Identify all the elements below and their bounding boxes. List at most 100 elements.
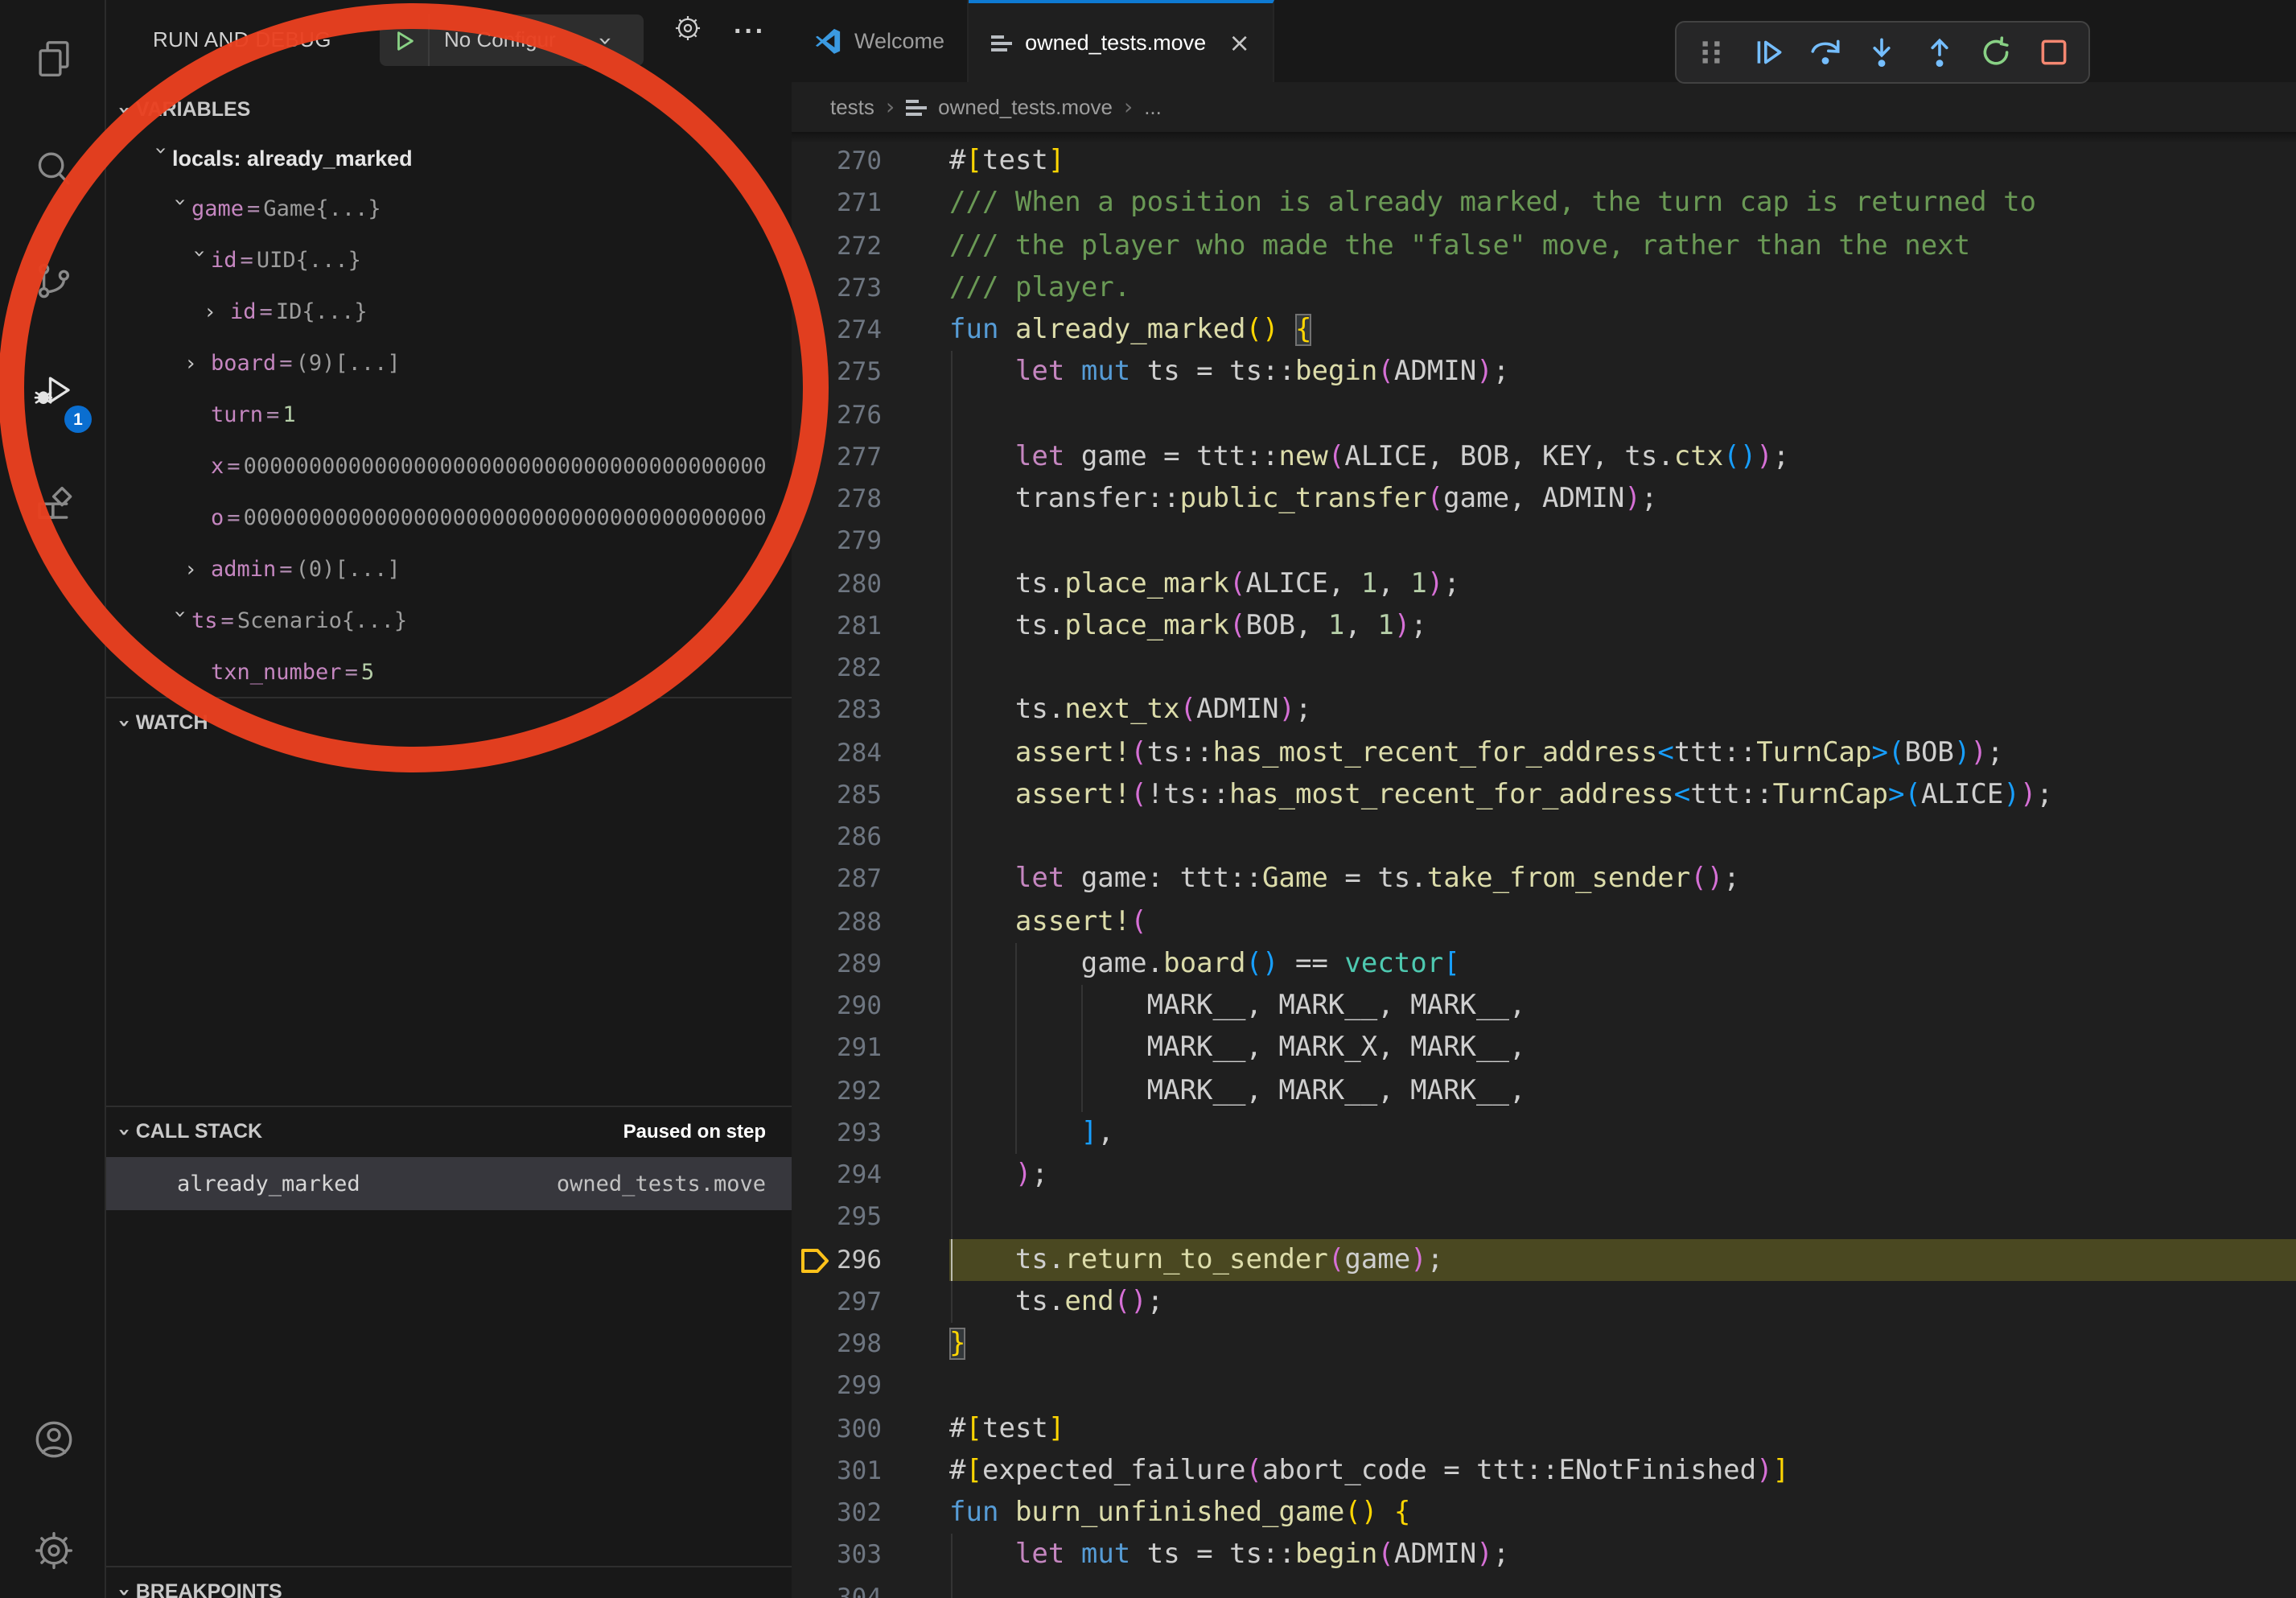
code-line[interactable]: 275 let mut ts = ts::begin(ADMIN);: [792, 352, 2296, 394]
run-debug-icon[interactable]: 1: [0, 340, 106, 443]
variables-section-header[interactable]: › VARIABLES: [106, 85, 792, 134]
code-line[interactable]: 297 ts.end();: [792, 1281, 2296, 1324]
code-line[interactable]: 303 let mut ts = ts::begin(ADMIN);: [792, 1534, 2296, 1577]
code-content: ts.place_mark(BOB, 1, 1);: [949, 605, 2296, 648]
code-line[interactable]: 304: [792, 1576, 2296, 1598]
chevron-down-icon[interactable]: ›: [188, 249, 209, 273]
code-editor[interactable]: 270#[test]271/// When a position is alre…: [792, 132, 2296, 1598]
tab-owned-tests-move[interactable]: owned_tests.move ×: [969, 0, 1274, 82]
code-token: game: ttt::: [1064, 863, 1262, 896]
settings-gear-icon[interactable]: [0, 1498, 106, 1598]
code-line[interactable]: 278 transfer::public_transfer(game, ADMI…: [792, 478, 2296, 521]
code-line[interactable]: 295: [792, 1196, 2296, 1239]
start-debugging-icon[interactable]: [380, 28, 428, 52]
chevron-right-icon[interactable]: ›: [206, 302, 230, 323]
code-line[interactable]: 276: [792, 393, 2296, 436]
variable-row[interactable]: ›game=Game{...}: [106, 183, 792, 235]
variable-row[interactable]: turn=1: [106, 389, 792, 441]
code-line[interactable]: 292 MARK__, MARK__, MARK__,: [792, 1069, 2296, 1112]
variable-row[interactable]: ›id=UID{...}: [106, 235, 792, 286]
code-token: ;: [2036, 779, 2053, 811]
code-token: (: [1180, 694, 1197, 727]
code-line[interactable]: 272/// the player who made the "false" m…: [792, 224, 2296, 267]
variable-row[interactable]: ›id=ID{...}: [106, 286, 792, 338]
step-over-icon[interactable]: [1801, 28, 1850, 76]
code-token: ]: [1773, 1455, 1790, 1487]
more-actions-icon[interactable]: ···: [734, 16, 766, 48]
variable-row[interactable]: ›admin=(0)[...]: [106, 544, 792, 595]
code-line[interactable]: 280 ts.place_mark(ALICE, 1, 1);: [792, 562, 2296, 605]
debug-config-dropdown[interactable]: No Configur ›: [380, 14, 644, 66]
step-out-icon[interactable]: [1915, 28, 1964, 76]
breakpoints-section-header[interactable]: › BREAKPOINTS: [106, 1567, 792, 1598]
indent-guide: [950, 605, 952, 648]
variable-value: 1: [282, 402, 295, 428]
code-token: ;: [1031, 1159, 1048, 1191]
chevron-down-icon[interactable]: ›: [169, 197, 190, 221]
code-line[interactable]: 300#[test]: [792, 1407, 2296, 1450]
code-line[interactable]: 286: [792, 816, 2296, 859]
close-icon[interactable]: ×: [1228, 27, 1250, 58]
chevron-right-icon[interactable]: ›: [187, 353, 211, 374]
code-line[interactable]: 299: [792, 1365, 2296, 1408]
current-line-marker-icon: [792, 1238, 833, 1281]
code-line[interactable]: 279: [792, 521, 2296, 563]
call-stack-section-header[interactable]: › CALL STACK Paused on step: [106, 1107, 792, 1155]
restart-icon[interactable]: [1973, 28, 2021, 76]
stop-icon[interactable]: [2029, 28, 2077, 76]
breadcrumb-file[interactable]: owned_tests.move: [938, 95, 1113, 119]
code-line[interactable]: 284 assert!(ts::has_most_recent_for_addr…: [792, 731, 2296, 774]
chevron-down-icon[interactable]: ›: [169, 609, 190, 633]
code-line[interactable]: 282: [792, 647, 2296, 690]
code-line[interactable]: 283 ts.next_tx(ADMIN);: [792, 690, 2296, 732]
watch-section-header[interactable]: › WATCH: [106, 698, 792, 747]
source-control-icon[interactable]: [0, 229, 106, 332]
code-token: game.: [949, 948, 1163, 980]
chevron-down-icon[interactable]: ›: [150, 146, 171, 170]
step-into-icon[interactable]: [1858, 28, 1907, 76]
call-stack-frame[interactable]: already_markedowned_tests.move: [106, 1157, 792, 1210]
code-line[interactable]: 302fun burn_unfinished_game() {: [792, 1492, 2296, 1534]
code-line[interactable]: 287 let game: ttt::Game = ts.take_from_s…: [792, 859, 2296, 901]
code-line[interactable]: 296 ts.return_to_sender(game);: [792, 1238, 2296, 1281]
code-line[interactable]: 271/// When a position is already marked…: [792, 183, 2296, 225]
code-line[interactable]: 290 MARK__, MARK__, MARK__,: [792, 985, 2296, 1028]
variable-scope-row[interactable]: ›locals: already_marked: [106, 132, 792, 183]
variable-row[interactable]: x=00000000000000000000000000000000000000…: [106, 441, 792, 492]
variable-row[interactable]: txn_number=5: [106, 647, 792, 697]
code-line[interactable]: 273/// player.: [792, 267, 2296, 310]
account-icon[interactable]: [0, 1387, 106, 1490]
code-line[interactable]: 274fun already_marked() {: [792, 309, 2296, 352]
code-token: ALICE,: [1246, 567, 1361, 599]
variable-row[interactable]: ›ts=Scenario{...}: [106, 595, 792, 647]
tab-welcome[interactable]: Welcome: [792, 0, 969, 82]
drag-handle-icon[interactable]: [1687, 28, 1735, 76]
code-line[interactable]: 270#[test]: [792, 140, 2296, 183]
variable-row[interactable]: o=00000000000000000000000000000000000000…: [106, 492, 792, 544]
code-content: MARK__, MARK__, MARK__,: [949, 985, 2296, 1028]
code-line[interactable]: 281 ts.place_mark(BOB, 1, 1);: [792, 605, 2296, 648]
debug-gear-icon[interactable]: [673, 13, 703, 51]
breadcrumb-ellipsis[interactable]: ...: [1144, 95, 1162, 119]
code-line[interactable]: 293 ],: [792, 1112, 2296, 1155]
code-line[interactable]: 277 let game = ttt::new(ALICE, BOB, KEY,…: [792, 436, 2296, 479]
breadcrumb-tests[interactable]: tests: [830, 95, 874, 119]
vscode-window: 1 RUN AND DEBUG No Configur ›: [0, 0, 2296, 1598]
code-line[interactable]: 285 assert!(!ts::has_most_recent_for_add…: [792, 774, 2296, 817]
variable-row[interactable]: ›board=(9)[...]: [106, 338, 792, 389]
code-line[interactable]: 294 );: [792, 1154, 2296, 1196]
code-line[interactable]: 291 MARK__, MARK_X, MARK__,: [792, 1028, 2296, 1070]
code-line[interactable]: 301#[expected_failure(abort_code = ttt::…: [792, 1450, 2296, 1493]
line-number: 288: [833, 900, 882, 943]
chevron-right-icon[interactable]: ›: [187, 559, 211, 580]
files-icon[interactable]: [0, 6, 106, 109]
code-line[interactable]: 288 assert!(: [792, 900, 2296, 943]
search-icon[interactable]: [0, 117, 106, 220]
indent-guide: [950, 352, 952, 394]
code-line[interactable]: 298}: [792, 1323, 2296, 1365]
code-line[interactable]: 289 game.board() == vector[: [792, 943, 2296, 986]
extensions-icon[interactable]: [0, 451, 106, 554]
code-token: ts = ts::: [1130, 1539, 1295, 1571]
code-token: MARK__, MARK__, MARK__,: [949, 990, 1525, 1022]
continue-icon[interactable]: [1744, 28, 1792, 76]
